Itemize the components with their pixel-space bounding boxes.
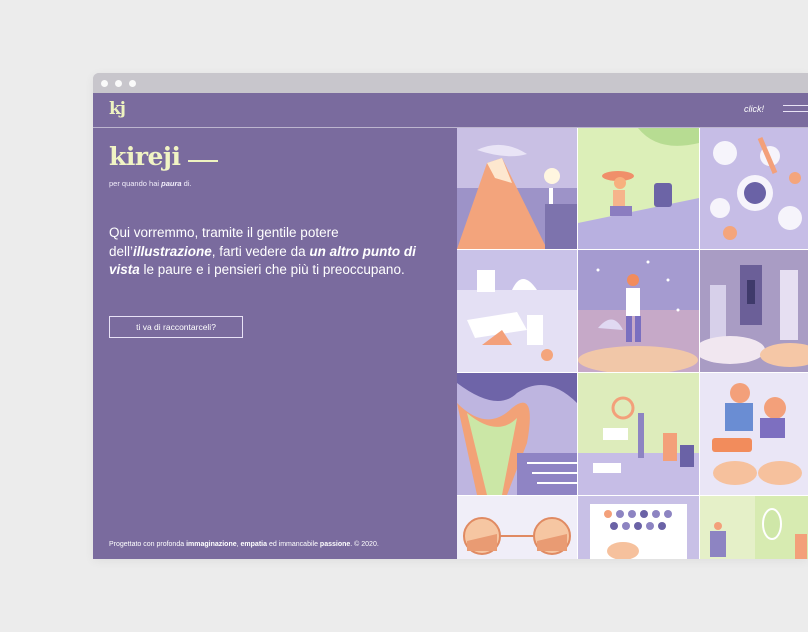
browser-window: kj click! kireji per quando hai paura di… bbox=[93, 73, 808, 559]
gallery-tile-snow-girl[interactable] bbox=[578, 250, 699, 372]
gallery-tile-doorway[interactable] bbox=[700, 250, 808, 372]
site-header: kj click! bbox=[93, 93, 808, 128]
brand-underline bbox=[188, 160, 218, 162]
gallery-tile-glasses[interactable] bbox=[457, 496, 577, 559]
brand-tagline: per quando hai paura di. bbox=[109, 179, 192, 188]
gallery-tile-board[interactable] bbox=[578, 496, 699, 559]
gallery-tile-hands[interactable] bbox=[700, 373, 808, 495]
gallery-tile-waves[interactable] bbox=[457, 373, 577, 495]
gallery-tile-beach[interactable] bbox=[578, 128, 699, 249]
window-close-dot[interactable] bbox=[101, 80, 108, 87]
webpage: kj click! kireji per quando hai paura di… bbox=[93, 93, 808, 559]
browser-titlebar bbox=[93, 73, 808, 93]
gallery-tile-volcano[interactable] bbox=[457, 128, 577, 249]
contact-button[interactable]: ti va di raccontarceli? bbox=[109, 316, 243, 338]
brand-title: kireji bbox=[109, 142, 181, 171]
footer-credits: Progettato con profonda immaginazione, e… bbox=[109, 541, 379, 548]
illustration-gallery bbox=[457, 128, 808, 559]
hamburger-menu-icon[interactable] bbox=[783, 105, 808, 113]
click-link[interactable]: click! bbox=[744, 104, 764, 114]
gallery-tile-machine[interactable] bbox=[578, 373, 699, 495]
gallery-tile-mirror[interactable] bbox=[700, 496, 808, 559]
window-maximize-dot[interactable] bbox=[129, 80, 136, 87]
intro-paragraph: Qui vorremmo, tramite il gentile potere … bbox=[109, 225, 416, 277]
gallery-tile-dinner[interactable] bbox=[700, 128, 808, 249]
site-logo[interactable]: kj bbox=[109, 99, 126, 119]
window-minimize-dot[interactable] bbox=[115, 80, 122, 87]
gallery-tile-cake[interactable] bbox=[457, 250, 577, 372]
